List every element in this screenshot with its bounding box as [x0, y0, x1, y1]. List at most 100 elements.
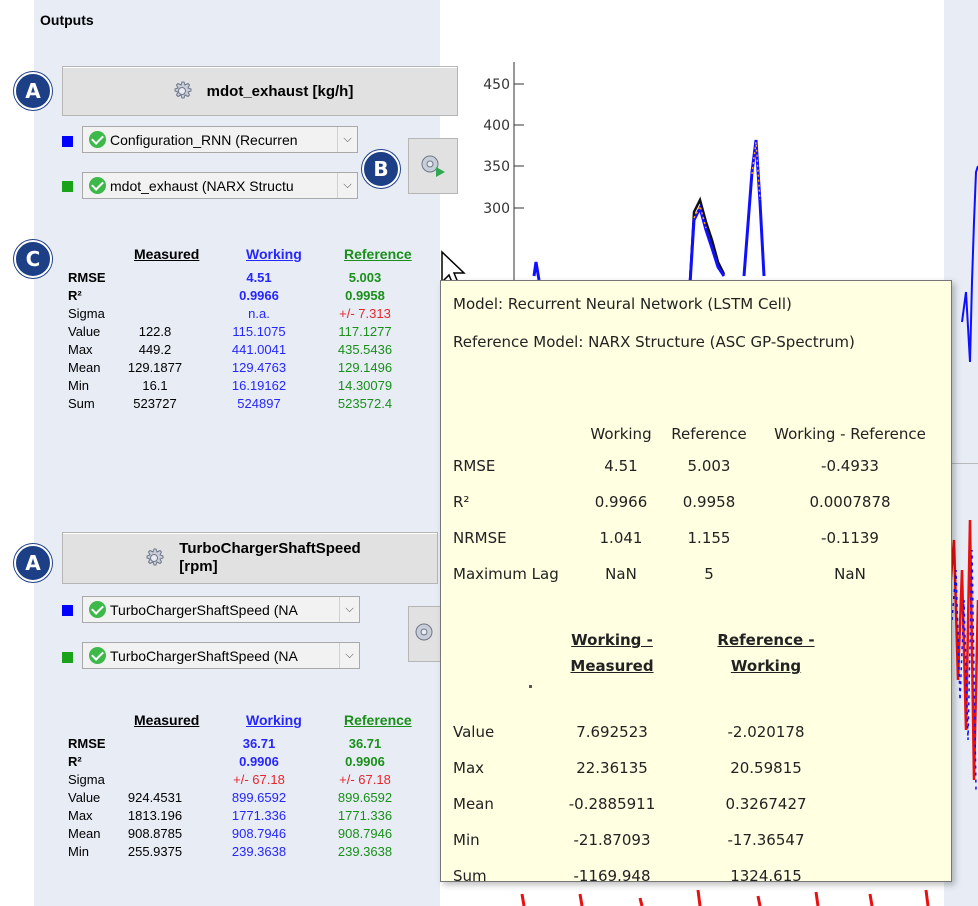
- t2-reference-working-value: -2.020178: [727, 723, 805, 741]
- header-reference[interactable]: Reference: [344, 712, 412, 728]
- t1-diff-value: NaN: [834, 565, 866, 583]
- t1-row-label: NRMSE: [453, 529, 507, 547]
- t1-working-value: 1.041: [599, 529, 643, 547]
- t2-row-label: Sum: [453, 867, 487, 885]
- y-tick-350: 350: [483, 159, 524, 175]
- tooltip-model-line: Model: Recurrent Neural Network (LSTM Ce…: [453, 295, 792, 313]
- stats-working-value: 899.6592: [231, 790, 287, 805]
- badge-b: B: [362, 150, 400, 188]
- stats-working-value: 441.0041: [231, 342, 287, 357]
- stats-working-value: 524897: [237, 396, 281, 411]
- stats-row-label: Value: [68, 790, 101, 805]
- stats-working-value: 239.3638: [231, 844, 287, 859]
- t2-working-measured-value: -0.2885911: [568, 795, 656, 813]
- t2-working-measured-value: -1169.948: [573, 867, 651, 885]
- gear-icon: [146, 548, 164, 566]
- stats-working-value: 129.4763: [231, 360, 287, 375]
- working-model-dropdown[interactable]: Configuration_RNN (Recurren ⌵: [82, 126, 358, 153]
- stats-reference-value: 117.1277: [338, 324, 392, 339]
- outputs-title: Outputs: [40, 12, 94, 28]
- stats-row-label: Mean: [68, 360, 101, 375]
- stats-measured-value: 523727: [133, 396, 177, 411]
- stats-row-label: Mean: [68, 826, 101, 841]
- check-icon: [89, 131, 106, 148]
- t1-reference-value: 1.155: [687, 529, 731, 547]
- stats-working-value: 1771.336: [231, 808, 287, 823]
- t2-header-working-measured: Working - Measured: [570, 631, 654, 675]
- t1-row-label: RMSE: [453, 457, 496, 475]
- stats-row-label: Sigma: [68, 772, 105, 787]
- check-icon: [89, 601, 106, 618]
- t1-working-value: NaN: [605, 565, 637, 583]
- reference-model-dropdown[interactable]: mdot_exhaust (NARX Structu ⌵: [82, 172, 358, 199]
- reference-model-dropdown-2[interactable]: TurboChargerShaftSpeed (NA ⌵: [82, 642, 360, 669]
- stats-row-label: RMSE: [68, 736, 106, 751]
- model-comparison-tooltip: Model: Recurrent Neural Network (LSTM Ce…: [440, 280, 952, 885]
- output-turbo-button[interactable]: TurboChargerShaftSpeed [rpm]: [62, 532, 438, 584]
- stats-reference-value: 523572.4: [337, 396, 393, 411]
- y-tick-400: 400: [483, 118, 524, 134]
- header-working[interactable]: Working: [246, 246, 302, 262]
- t2-reference-working-value: 1324.615: [730, 867, 802, 885]
- svg-text:300: 300: [483, 201, 510, 217]
- gear-run-icon: [421, 155, 445, 177]
- t1-reference-value: 5: [704, 565, 714, 583]
- run-model-button-2[interactable]: [408, 606, 442, 662]
- t1-row-label: R²: [453, 493, 470, 511]
- stats-row-label: Max: [68, 808, 93, 823]
- t2-row-label: Value: [453, 723, 495, 741]
- output-mdot-exhaust-button[interactable]: mdot_exhaust [kg/h]: [62, 66, 458, 116]
- stats-working-value: 0.9906: [239, 754, 279, 769]
- stats-reference-value: 899.6592: [337, 790, 393, 805]
- header-reference[interactable]: Reference: [344, 246, 412, 262]
- series-working-line: [532, 139, 766, 285]
- series-reference-line: [948, 519, 978, 781]
- series-working-line-right: [961, 165, 978, 363]
- t1-header-diff: Working - Reference: [774, 425, 926, 443]
- chevron-down-icon: ⌵: [337, 127, 357, 152]
- stats-row-label: Min: [68, 378, 89, 393]
- stats-measured-value: 16.1: [142, 378, 168, 393]
- header-measured: Measured: [134, 712, 200, 728]
- header-measured: Measured: [134, 246, 200, 262]
- t2-reference-working-value: -17.36547: [727, 831, 805, 849]
- stats-measured-value: 129.1877: [127, 360, 183, 375]
- check-icon: [89, 177, 106, 194]
- t2-working-measured-value: 7.692523: [576, 723, 648, 741]
- t1-header-working: Working: [590, 425, 652, 443]
- stats-row-label: R²: [68, 754, 82, 769]
- t2-row-label: Min: [453, 831, 480, 849]
- working-color-swatch: [62, 605, 73, 616]
- stats-reference-value: 435.5436: [337, 342, 393, 357]
- series-reference-ticks: [520, 889, 930, 906]
- t2-header-reference-working: Reference - Working: [717, 631, 815, 675]
- y-tick-450: 450: [483, 77, 524, 93]
- header-working[interactable]: Working: [246, 712, 302, 728]
- stats-reference-value: 129.1496: [337, 360, 393, 375]
- stats-working-value: n.a.: [248, 306, 270, 321]
- stats-reference-value: 1771.336: [337, 808, 393, 823]
- gear-run-icon: [415, 623, 433, 641]
- chevron-down-icon: ⌵: [339, 597, 359, 622]
- stats-measured-value: 908.8785: [127, 826, 183, 841]
- output-turbo-label: TurboChargerShaftSpeed [rpm]: [179, 540, 361, 575]
- stats-working-value: 4.51: [246, 270, 272, 285]
- stats-reference-value: +/- 67.18: [339, 772, 391, 787]
- chevron-down-icon: ⌵: [339, 643, 359, 668]
- stats-measured-value: 1813.196: [127, 808, 183, 823]
- stats-measured-value: 924.4531: [127, 790, 183, 805]
- reference-color-swatch: [62, 181, 73, 192]
- stats-reference-value: 14.30079: [337, 378, 393, 393]
- t1-reference-value: 0.9958: [682, 493, 736, 511]
- stats-row-label: Sum: [68, 396, 95, 411]
- stats-row-label: Sigma: [68, 306, 105, 321]
- stats-reference-value: 36.71: [348, 736, 382, 751]
- working-model-dropdown-2[interactable]: TurboChargerShaftSpeed (NA ⌵: [82, 596, 360, 623]
- run-model-button[interactable]: [408, 138, 458, 194]
- stats-reference-value: 5.003: [348, 270, 382, 285]
- stats-reference-value: 0.9958: [345, 288, 385, 303]
- stats-measured-value: 449.2: [138, 342, 172, 357]
- stats-reference-value: 908.7946: [337, 826, 393, 841]
- badge-c: C: [14, 240, 52, 278]
- t1-diff-value: -0.1139: [821, 529, 879, 547]
